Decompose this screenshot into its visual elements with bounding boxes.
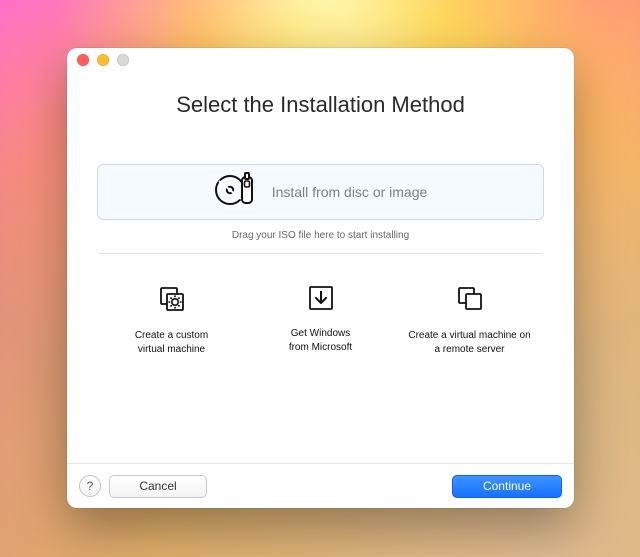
get-windows-option[interactable]: Get Windows from Microsoft: [251, 284, 391, 356]
section-divider: [99, 253, 542, 254]
install-from-disc-label: Install from disc or image: [272, 184, 428, 200]
help-button[interactable]: ?: [79, 475, 101, 497]
footer: ? Cancel Continue: [67, 463, 574, 508]
minimize-icon[interactable]: [97, 54, 109, 66]
custom-vm-label: Create a custom virtual machine: [135, 329, 208, 356]
zoom-icon: [117, 54, 129, 66]
remote-server-icon: [455, 284, 485, 329]
window-titlebar: [67, 48, 574, 72]
get-windows-label: Get Windows from Microsoft: [289, 327, 352, 354]
custom-vm-option[interactable]: Create a custom virtual machine: [102, 284, 242, 356]
custom-vm-icon: [157, 284, 187, 329]
page-title: Select the Installation Method: [97, 92, 544, 118]
secondary-options: Create a custom virtual machine Get Wind…: [97, 284, 544, 356]
download-icon: [307, 284, 335, 327]
remote-server-option[interactable]: Create a virtual machine on a remote ser…: [400, 284, 540, 356]
install-from-disc-option[interactable]: Install from disc or image: [97, 164, 544, 220]
window-content: Select the Installation Method Install f…: [67, 72, 574, 463]
disc-image-icon: [214, 172, 258, 213]
installer-window: Select the Installation Method Install f…: [67, 48, 574, 508]
cancel-button[interactable]: Cancel: [109, 475, 207, 498]
drag-iso-hint: Drag your ISO file here to start install…: [97, 230, 544, 241]
close-icon[interactable]: [77, 54, 89, 66]
continue-button[interactable]: Continue: [452, 475, 562, 498]
remote-server-label: Create a virtual machine on a remote ser…: [408, 329, 530, 356]
